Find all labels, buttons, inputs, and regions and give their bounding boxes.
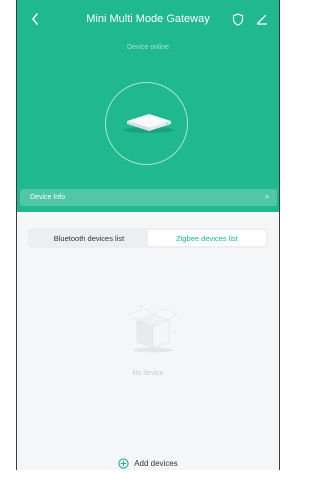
top-bar: Mini Multi Mode Gateway [17,0,279,38]
empty-box-illustration [128,304,178,353]
edit-button[interactable] [255,12,269,26]
shield-button[interactable] [231,12,245,26]
tab-bluetooth-label: Bluetooth devices list [53,233,125,243]
shield-icon [232,12,244,26]
device-hero: Mini Multi Mode Gateway Device online De… [17,0,279,212]
chevron-right-icon: > [264,194,269,201]
tab-zigbee-label: Zigbee devices list [176,233,238,243]
phone-screen: Mini Multi Mode Gateway Device online De… [16,0,280,470]
add-circle-icon [118,458,129,469]
edit-icon [256,14,268,25]
tab-zigbee-devices[interactable]: Zigbee devices list [148,230,266,246]
tab-bluetooth-devices[interactable]: Bluetooth devices list [30,230,148,246]
header-actions [231,12,269,26]
add-devices-button[interactable]: Add devices [17,458,279,469]
gateway-device-image [124,114,174,133]
add-devices-label: Add devices [134,459,178,468]
device-status: Device online [126,44,170,51]
device-list-tabs: Bluetooth devices list Zigbee devices li… [28,228,268,248]
device-info-label: Device Info [30,194,66,201]
device-info-button[interactable]: Device Info > [20,189,277,206]
empty-state-text: No device [132,370,164,377]
